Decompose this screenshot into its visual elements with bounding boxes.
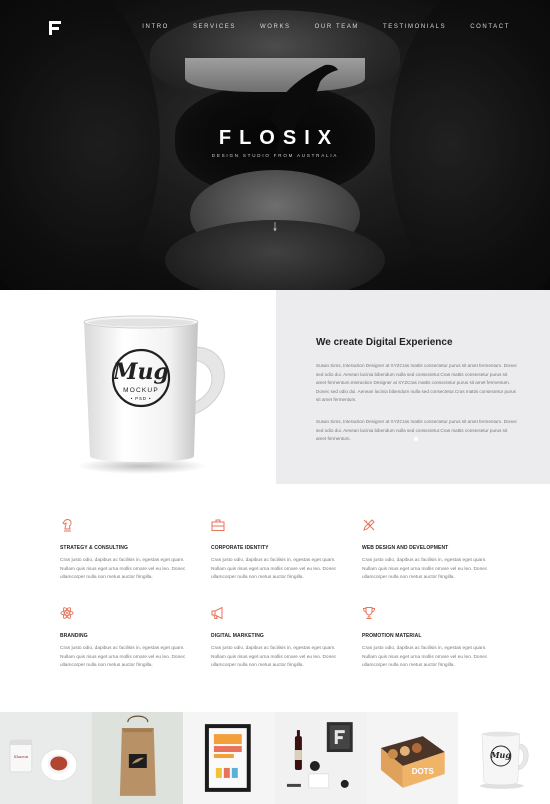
service-title: PROMOTION MATERIAL: [362, 633, 422, 639]
portfolio-item-stationery[interactable]: [274, 712, 367, 804]
pencil-ruler-icon: [363, 519, 375, 531]
stationery-mockup-image: [286, 722, 353, 789]
about-paragraph-1: Susan Sims, Interaction Designer at XYZC…: [316, 363, 517, 402]
portfolio-item-donut-box[interactable]: DOTS: [366, 712, 459, 804]
service-web-design: WEB DESIGN AND DEVELOPMENT Cras justo od…: [362, 518, 502, 583]
hero-section: INTRO SERVICES WORKS OUR TEAM TESTIMONIA…: [0, 0, 550, 290]
nav-services[interactable]: SERVICES: [193, 24, 236, 30]
donut-box-mockup-image: DOTS: [380, 736, 445, 788]
service-title: WEB DESIGN AND DEVELOPMENT: [362, 545, 449, 551]
portfolio-item-paper-bag[interactable]: [91, 712, 184, 804]
trophy-icon: [362, 607, 376, 619]
service-text: Cras justo odio, dapibus ac facilisis in…: [362, 558, 488, 580]
nav-contact[interactable]: CONTACT: [470, 24, 510, 30]
about-image-panel: Mug MOCKUP • PSD •: [0, 290, 276, 484]
hero-title: FLOSIX: [218, 127, 340, 149]
scroll-down-arrow-icon[interactable]: [273, 222, 277, 232]
service-strategy: STRATEGY & CONSULTING Cras justo odio, d…: [60, 518, 200, 583]
nav-our-team[interactable]: OUR TEAM: [315, 24, 359, 30]
svg-text:Sharon: Sharon: [14, 754, 29, 759]
service-text: Cras justo odio, dapibus ac facilisis in…: [211, 646, 337, 668]
services-section: STRATEGY & CONSULTING Cras justo odio, d…: [0, 484, 550, 710]
hero-subtitle: DESIGN STUDIO FROM AUSTRALIA: [211, 153, 339, 158]
mug-psd-text: • PSD •: [131, 396, 152, 401]
main-nav: INTRO SERVICES WORKS OUR TEAM TESTIMONIA…: [118, 24, 510, 30]
paper-bag-mockup-image: [119, 715, 156, 796]
portfolio-item-mug[interactable]: Mug: [458, 712, 550, 804]
mug-mockup-text: MOCKUP: [123, 387, 159, 394]
service-title: STRATEGY & CONSULTING: [60, 545, 128, 551]
service-title: DIGITAL MARKETING: [211, 633, 264, 639]
nav-intro[interactable]: INTRO: [142, 24, 169, 30]
poster-frame-mockup-image: [205, 724, 252, 792]
service-digital-marketing: DIGITAL MARKETING Cras justo odio, dapib…: [211, 606, 351, 671]
about-title: We create Digital Experience: [316, 337, 453, 348]
atom-icon: [60, 607, 74, 619]
portfolio-strip: Sharon DOTS Mug: [0, 712, 550, 804]
flosix-logo-icon[interactable]: [48, 20, 62, 36]
service-branding: BRANDING Cras justo odio, dapibus ac fac…: [60, 606, 200, 671]
chess-knight-icon: [62, 519, 72, 532]
briefcase-icon: [211, 519, 225, 531]
service-text: Cras justo odio, dapibus ac facilisis in…: [60, 646, 186, 668]
service-title: BRANDING: [60, 633, 88, 639]
mug-mockup-thumbnail: Mug: [480, 731, 529, 789]
mug-thumbnail-label: Mug: [490, 751, 512, 760]
service-promotion-material: PROMOTION MATERIAL Cras justo odio, dapi…: [362, 606, 502, 671]
nav-testimonials[interactable]: TESTIMONIALS: [383, 24, 446, 30]
nav-works[interactable]: WORKS: [260, 24, 291, 30]
mug-mockup-image: Mug MOCKUP • PSD •: [77, 315, 225, 474]
slider-dot[interactable]: [414, 437, 418, 441]
tea-cup-mockup-image: Sharon: [9, 739, 78, 782]
about-section: Mug MOCKUP • PSD • We create Digital Exp…: [0, 290, 550, 484]
portfolio-item-poster-frame[interactable]: [183, 712, 275, 804]
service-text: Cras justo odio, dapibus ac facilisis in…: [211, 558, 337, 580]
service-text: Cras justo odio, dapibus ac facilisis in…: [362, 646, 488, 668]
service-title: CORPORATE IDENTITY: [211, 545, 269, 551]
donut-box-label: DOTS: [411, 767, 433, 776]
mug-script-text: Mug: [112, 359, 169, 385]
service-text: Cras justo odio, dapibus ac facilisis in…: [60, 558, 186, 580]
portfolio-item-tea-cup[interactable]: Sharon: [0, 712, 92, 804]
service-corporate-identity: CORPORATE IDENTITY Cras justo odio, dapi…: [211, 518, 351, 583]
about-text-panel: We create Digital Experience Susan Sims,…: [276, 290, 550, 484]
megaphone-icon: [211, 606, 223, 620]
